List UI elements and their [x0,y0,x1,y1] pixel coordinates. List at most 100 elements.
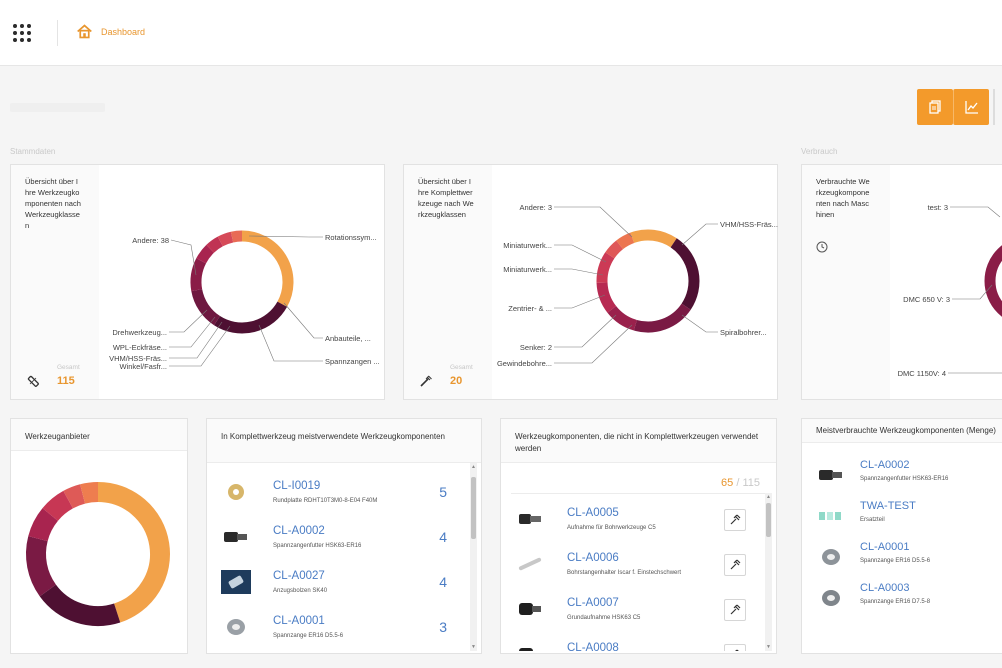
chart-label: test: 3 [928,203,948,212]
donut-segment[interactable] [605,240,624,259]
chart-button[interactable] [953,89,989,125]
donut [190,230,294,334]
component-code[interactable]: CL-A0008 [567,642,619,651]
scroll-down-arrow[interactable]: ▼ [471,644,476,650]
usage-count: 3 [439,619,447,635]
donut-segment[interactable] [217,231,234,247]
list-item[interactable]: CL-A0001 Spannzange ER16 D5.5-6 [802,535,1002,576]
most-consumed-card: Meistverbrauchte Werkzeugkomponenten (Me… [801,418,1002,654]
card-info-pane: Übersicht über Ihre Komplettwerkzeuge na… [404,165,492,399]
donut-segment[interactable] [214,301,288,334]
donut-segment[interactable] [206,236,224,253]
list-item[interactable]: CL-A0003 Spannzange ER16 D7.5-8 [802,576,1002,617]
assemble-icon [735,649,739,651]
donut-segment[interactable] [26,536,57,597]
donut-segment[interactable] [633,303,691,333]
components-by-class-card: Übersicht über Ihre Werkzeugkomponenten … [10,164,385,400]
chart-label: Gewindebohre... [497,359,552,368]
donut-segment[interactable] [190,258,207,292]
donut-segment[interactable] [191,288,221,326]
donut-segment[interactable] [670,238,700,310]
donut-segment[interactable] [607,305,638,331]
chart-label: DMC 1150V: 4 [898,369,946,378]
component-code[interactable]: CL-A0001 [273,615,325,627]
unused-count: 65 [721,477,734,489]
donut-segment[interactable] [630,229,677,248]
scrollbar[interactable]: ▲ ▼ [470,463,477,651]
clock-icon [816,241,828,253]
component-description: Spannzangenfutter HSK63-ER16 [860,476,949,482]
component-list: CL-I0019 Rundplatte RDHT10T3M0-8-E04 F40… [207,470,467,650]
scrollbar-thumb[interactable] [766,503,771,537]
chart-label: Rotationssym... [325,233,377,242]
scroll-up-arrow[interactable]: ▲ [766,494,771,500]
donut-segment[interactable] [616,232,635,250]
assemble-button[interactable] [724,554,746,576]
donut-segment[interactable] [97,482,170,623]
card-header: Werkzeugkomponenten, die nicht in Komple… [501,419,776,463]
card-info-pane: Übersicht über Ihre Werkzeugkomponenten … [11,165,99,399]
list-item[interactable]: CL-A0005 Aufnahme für Bohrwerkzeuge C5 [501,497,762,542]
component-code[interactable]: CL-A0027 [273,570,325,582]
donut-segment[interactable] [596,282,617,313]
component-code[interactable]: CL-A0002 [273,525,325,537]
scrollbar-thumb[interactable] [471,477,476,539]
list-item[interactable]: CL-A0007 Grundaufnahme HSK63 C5 [501,587,762,632]
scrollbar[interactable]: ▲ ▼ [765,493,772,651]
donut-segment[interactable] [63,484,86,509]
chart-label: Senker: 2 [520,343,552,352]
component-code[interactable]: CL-A0005 [567,507,619,519]
unused-components-card: Werkzeugkomponenten, die nicht in Komple… [500,418,777,654]
chart-label: Spannzangen ... [325,357,380,366]
list-item[interactable]: CL-I0019 Rundplatte RDHT10T3M0-8-E04 F40… [207,470,467,515]
holder-thumbnail [819,470,842,480]
donut-segment[interactable] [230,230,243,243]
component-description: Spannzangenfutter HSK63-ER16 [273,543,362,549]
component-code[interactable]: CL-A0006 [567,552,619,564]
donut-segment[interactable] [39,584,121,626]
holder-thumbnail [519,648,533,651]
component-code[interactable]: CL-A0003 [860,582,910,594]
usage-count: 4 [439,574,447,590]
scroll-up-arrow[interactable]: ▲ [471,464,476,470]
donut-segment[interactable] [42,490,74,522]
chart-label: Zentrier- & ... [508,304,552,313]
breadcrumb-dashboard[interactable]: Dashboard [101,27,145,37]
line-chart-icon [964,101,978,114]
list-item[interactable]: TWA-TEST Ersatzteil [802,494,1002,535]
component-code[interactable]: CL-A0001 [860,541,910,553]
list-item[interactable]: CL-A0006 Bohrstangenhalter Iscar f. Eins… [501,542,762,587]
total-value: 115 [57,375,75,387]
list-item[interactable]: CL-A0002 Spannzangenfutter HSK63-ER16 [802,453,1002,494]
collet-thumbnail [822,590,840,606]
tool-icon [27,375,39,387]
documents-button[interactable] [917,89,953,125]
app-grid-icon[interactable] [13,24,31,42]
component-code[interactable]: CL-I0019 [273,480,320,492]
donut-segment[interactable] [80,482,99,504]
donut-segment[interactable] [28,508,59,542]
component-code[interactable]: TWA-TEST [860,500,916,512]
assemble-button[interactable] [724,599,746,621]
donut-segment[interactable] [596,252,615,283]
component-code[interactable]: CL-A0002 [860,459,910,471]
donut-segment[interactable] [241,230,294,307]
donut [596,229,700,333]
assemble-button[interactable] [724,509,746,531]
list-item[interactable]: CL-A0027 Anzugsbolzen SK40 4 [207,560,467,605]
donut-segment[interactable] [196,244,215,264]
assemble-button[interactable] [724,644,746,651]
chart-label: DMC 650 V: 3 [903,295,950,304]
component-description: Spannzange ER16 D5.5-6 [273,633,344,639]
chart-label: Andere: 3 [519,203,552,212]
component-code[interactable]: CL-A0007 [567,597,619,609]
home-icon[interactable] [76,23,93,40]
suppliers-card: Werkzeuganbieter [10,418,188,654]
assemble-icon [730,604,741,615]
scroll-down-arrow[interactable]: ▼ [766,644,771,650]
boring-bar-thumbnail [518,557,542,571]
list-item[interactable]: CL-A0001 Spannzange ER16 D5.5-6 3 [207,605,467,650]
component-description: Spannzange ER16 D5.5-6 [860,558,931,564]
list-item[interactable]: CL-A0008 [501,632,762,651]
list-item[interactable]: CL-A0002 Spannzangenfutter HSK63-ER16 4 [207,515,467,560]
